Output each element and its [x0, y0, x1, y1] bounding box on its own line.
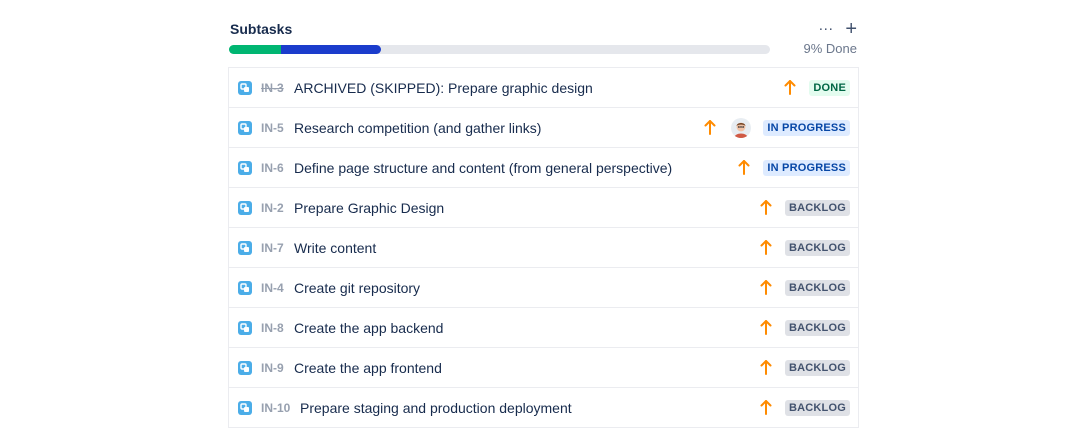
- subtask-meta: IN PROGRESS: [737, 148, 850, 187]
- subtask-meta: DONE: [783, 68, 850, 107]
- subtask-meta: BACKLOG: [759, 228, 850, 267]
- subtask-summary[interactable]: Write content: [294, 239, 376, 257]
- progress-bar: [229, 45, 770, 54]
- priority-high-icon: [759, 200, 773, 216]
- subtask-key[interactable]: IN-4: [261, 280, 284, 296]
- status-badge[interactable]: BACKLOG: [784, 399, 850, 416]
- progress-label: 9% Done: [803, 41, 857, 56]
- panel-title: Subtasks: [230, 21, 293, 37]
- subtask-summary[interactable]: Create git repository: [294, 279, 420, 297]
- status-badge[interactable]: BACKLOG: [784, 239, 850, 256]
- subtask-meta: BACKLOG: [759, 268, 850, 307]
- subtask-type-icon: [238, 161, 252, 175]
- subtask-type-icon: [238, 281, 252, 295]
- subtask-key[interactable]: IN-5: [261, 120, 284, 136]
- subtask-key[interactable]: IN-9: [261, 360, 284, 376]
- priority-high-icon: [703, 120, 717, 136]
- subtask-row[interactable]: IN-3 ARCHIVED (SKIPPED): Prepare graphic …: [229, 68, 858, 108]
- subtask-row[interactable]: IN-9 Create the app frontend BACKLOG: [229, 348, 858, 388]
- subtask-row[interactable]: IN-5 Research competition (and gather lin…: [229, 108, 858, 148]
- subtask-type-icon: [238, 401, 252, 415]
- subtask-summary[interactable]: Create the app frontend: [294, 359, 442, 377]
- subtask-meta: BACKLOG: [759, 348, 850, 387]
- subtask-summary[interactable]: Define page structure and content (from …: [294, 159, 672, 177]
- subtask-meta: BACKLOG: [759, 188, 850, 227]
- subtasks-panel: Subtasks ··· + 9% Done IN-3 ARCHIVED (SKI…: [228, 0, 859, 440]
- progress-done-segment: [229, 45, 281, 54]
- subtask-key[interactable]: IN-2: [261, 200, 284, 216]
- subtask-summary[interactable]: Create the app backend: [294, 319, 443, 337]
- subtask-row[interactable]: IN-10 Prepare staging and production depl…: [229, 388, 858, 428]
- subtask-key[interactable]: IN-8: [261, 320, 284, 336]
- subtask-row[interactable]: IN-6 Define page structure and content (f…: [229, 148, 858, 188]
- subtask-key[interactable]: IN-7: [261, 240, 284, 256]
- subtask-row[interactable]: IN-2 Prepare Graphic Design BACKLOG: [229, 188, 858, 228]
- subtasks-header: Subtasks ··· +: [228, 18, 859, 40]
- subtask-type-icon: [238, 321, 252, 335]
- status-badge[interactable]: DONE: [809, 79, 850, 96]
- subtask-summary[interactable]: ARCHIVED (SKIPPED): Prepare graphic desi…: [294, 79, 593, 97]
- subtask-row[interactable]: IN-4 Create git repository BACKLOG: [229, 268, 858, 308]
- subtask-meta: BACKLOG: [759, 388, 850, 427]
- subtask-summary[interactable]: Prepare Graphic Design: [294, 199, 444, 217]
- priority-high-icon: [737, 160, 751, 176]
- status-badge[interactable]: BACKLOG: [784, 279, 850, 296]
- subtask-key[interactable]: IN-6: [261, 160, 284, 176]
- subtask-type-icon: [238, 81, 252, 95]
- subtask-type-icon: [238, 201, 252, 215]
- subtask-summary[interactable]: Research competition (and gather links): [294, 119, 541, 137]
- status-badge[interactable]: BACKLOG: [784, 359, 850, 376]
- status-badge[interactable]: IN PROGRESS: [763, 119, 850, 136]
- status-badge[interactable]: BACKLOG: [784, 199, 850, 216]
- priority-high-icon: [759, 240, 773, 256]
- priority-high-icon: [759, 400, 773, 416]
- more-icon: ···: [818, 20, 834, 37]
- plus-icon: +: [845, 18, 857, 40]
- progress-in-progress-segment: [281, 45, 381, 54]
- subtask-list: IN-3 ARCHIVED (SKIPPED): Prepare graphic …: [228, 67, 859, 428]
- add-subtask-button[interactable]: +: [845, 18, 857, 40]
- more-actions-button[interactable]: ···: [818, 20, 833, 38]
- subtask-summary[interactable]: Prepare staging and production deploymen…: [300, 399, 572, 417]
- subtask-type-icon: [238, 121, 252, 135]
- priority-high-icon: [759, 280, 773, 296]
- subtask-key[interactable]: IN-3: [261, 80, 284, 96]
- subtask-meta: IN PROGRESS: [703, 108, 850, 147]
- subtask-type-icon: [238, 241, 252, 255]
- subtask-row[interactable]: IN-8 Create the app backend BACKLOG: [229, 308, 858, 348]
- status-badge[interactable]: BACKLOG: [784, 319, 850, 336]
- priority-high-icon: [759, 360, 773, 376]
- subtask-meta: BACKLOG: [759, 308, 850, 347]
- subtask-row[interactable]: IN-7 Write content BACKLOG: [229, 228, 858, 268]
- subtask-key[interactable]: IN-10: [261, 400, 290, 416]
- priority-high-icon: [759, 320, 773, 336]
- progress-row: 9% Done: [228, 41, 859, 56]
- status-badge[interactable]: IN PROGRESS: [763, 159, 850, 176]
- header-actions: ··· +: [818, 18, 857, 40]
- priority-high-icon: [783, 80, 797, 96]
- subtask-type-icon: [238, 361, 252, 375]
- assignee-avatar[interactable]: [731, 117, 752, 138]
